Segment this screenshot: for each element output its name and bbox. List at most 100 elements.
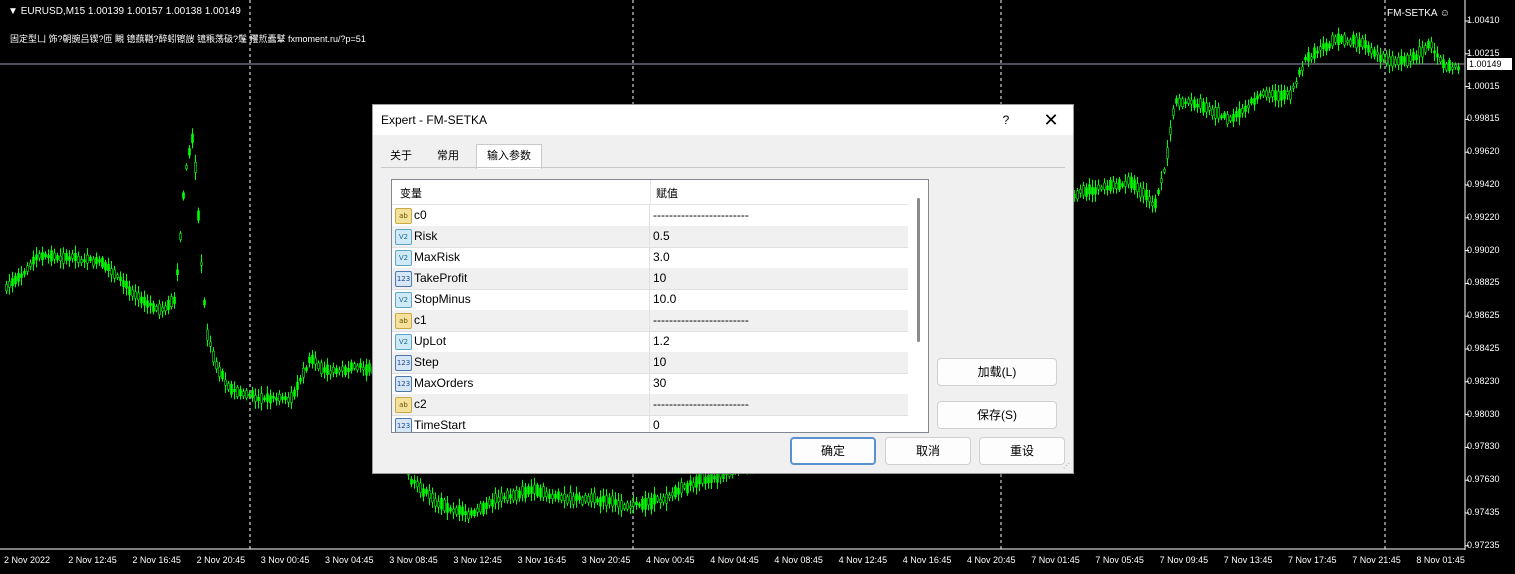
- candle-body: [584, 495, 587, 502]
- candle-body: [1427, 41, 1430, 49]
- param-row[interactable]: V2 UpLot 1.2: [392, 331, 908, 353]
- param-row[interactable]: V2 MaxRisk 3.0: [392, 247, 908, 269]
- dialog-titlebar[interactable]: Expert - FM-SETKA ? ✕: [373, 105, 1073, 135]
- candle-body: [1157, 189, 1160, 194]
- param-value[interactable]: 10.0: [653, 292, 676, 306]
- candle-body: [1154, 198, 1157, 209]
- param-value[interactable]: 0: [653, 418, 660, 432]
- candle-body: [674, 486, 677, 498]
- candle-body: [1337, 33, 1340, 46]
- param-value[interactable]: ------------------------: [653, 313, 749, 327]
- candle-body: [338, 369, 341, 373]
- param-value[interactable]: 3.0: [653, 250, 670, 264]
- candle-body: [218, 366, 221, 377]
- candle-body: [1253, 98, 1256, 105]
- param-row[interactable]: ab c0 ------------------------: [392, 205, 908, 227]
- candle-body: [188, 148, 191, 156]
- candle-body: [509, 494, 512, 499]
- param-value[interactable]: 1.2: [653, 334, 670, 348]
- candle-body: [665, 493, 668, 504]
- tab-divider: [381, 167, 1065, 168]
- candle-body: [134, 291, 137, 299]
- candle-body: [1133, 179, 1136, 191]
- vertical-scrollbar[interactable]: [910, 180, 928, 432]
- scrollbar-thumb[interactable]: [917, 198, 920, 342]
- candle-body: [215, 361, 218, 369]
- candle-body: [485, 502, 488, 509]
- candle-body: [503, 496, 506, 500]
- collapse-arrow-icon[interactable]: ▼: [8, 6, 21, 17]
- cancel-button[interactable]: 取消: [885, 437, 971, 465]
- help-button[interactable]: ?: [995, 109, 1017, 131]
- candle-body: [1313, 47, 1316, 59]
- tab-about[interactable]: 关于: [381, 145, 421, 167]
- ok-button[interactable]: 确定: [790, 437, 876, 465]
- candle-body: [446, 503, 449, 513]
- time-tick-label: 3 Nov 04:45: [325, 555, 374, 565]
- param-row[interactable]: V2 StopMinus 10.0: [392, 289, 908, 311]
- input-parameters-table[interactable]: 变量 赋值 ab c0 ------------------------ V2 Risk…: [391, 179, 929, 433]
- candle-body: [1193, 99, 1196, 108]
- candle-body: [1295, 81, 1298, 85]
- candle-body: [662, 496, 665, 503]
- candle-body: [425, 489, 428, 495]
- candle-body: [713, 475, 716, 480]
- param-row[interactable]: 123 TakeProfit 10: [392, 268, 908, 290]
- candle-body: [419, 482, 422, 494]
- resize-grip-icon[interactable]: ⋰: [1063, 463, 1071, 471]
- candle-body: [353, 363, 356, 369]
- candle-body: [71, 253, 74, 259]
- tab-common[interactable]: 常用: [428, 145, 468, 167]
- candle-body: [236, 387, 239, 397]
- candle-body: [1112, 181, 1115, 189]
- param-value[interactable]: 10: [653, 355, 666, 369]
- candle-body: [1079, 189, 1082, 194]
- close-button[interactable]: ✕: [1037, 109, 1065, 131]
- save-button[interactable]: 保存(S): [937, 401, 1057, 429]
- candle-body: [1289, 89, 1292, 100]
- price-tick-label: 0.97830: [1467, 441, 1500, 452]
- expert-name-label: FM-SETKA ☺: [1387, 8, 1450, 19]
- param-value[interactable]: 0.5: [653, 229, 670, 243]
- candle-body: [1142, 188, 1145, 197]
- candle-body: [161, 307, 164, 312]
- candle-body: [1382, 53, 1385, 60]
- param-row[interactable]: ab c2 ------------------------: [392, 394, 908, 416]
- param-value[interactable]: ------------------------: [653, 397, 749, 411]
- load-button[interactable]: 加载(L): [937, 358, 1057, 386]
- candle-body: [1373, 49, 1376, 57]
- param-row[interactable]: 123 MaxOrders 30: [392, 373, 908, 395]
- param-name: TimeStart: [414, 418, 466, 432]
- candle-body: [611, 495, 614, 507]
- param-row[interactable]: 123 TimeStart 0: [392, 415, 908, 432]
- tab-inputs[interactable]: 输入参数: [476, 144, 542, 169]
- param-value[interactable]: ------------------------: [653, 208, 749, 222]
- candle-body: [356, 365, 359, 371]
- candle-body: [635, 501, 638, 506]
- candle-body: [320, 362, 323, 374]
- candle-body: [1433, 50, 1436, 54]
- column-header-variable[interactable]: 变量: [400, 185, 422, 201]
- candle-body: [1364, 40, 1367, 49]
- candle-body: [512, 490, 515, 501]
- time-tick-label: 2 Nov 12:45: [68, 555, 117, 565]
- param-row[interactable]: V2 Risk 0.5: [392, 226, 908, 248]
- candle-body: [269, 395, 272, 404]
- param-value[interactable]: 30: [653, 376, 666, 390]
- reset-button[interactable]: 重设: [979, 437, 1065, 465]
- param-value[interactable]: 10: [653, 271, 666, 285]
- candle-body: [152, 303, 155, 312]
- param-row[interactable]: 123 Step 10: [392, 352, 908, 374]
- candle-body: [656, 496, 659, 502]
- candle-body: [659, 498, 662, 504]
- column-header-value[interactable]: 赋值: [656, 185, 678, 201]
- param-row[interactable]: ab c1 ------------------------: [392, 310, 908, 332]
- candle-body: [575, 493, 578, 501]
- candle-body: [89, 256, 92, 262]
- time-tick-label: 3 Nov 12:45: [453, 555, 502, 565]
- param-name: c1: [414, 313, 427, 327]
- candle-body: [1397, 56, 1400, 66]
- candle-body: [608, 497, 611, 505]
- candle-body: [1229, 116, 1232, 122]
- column-divider[interactable]: [650, 180, 651, 204]
